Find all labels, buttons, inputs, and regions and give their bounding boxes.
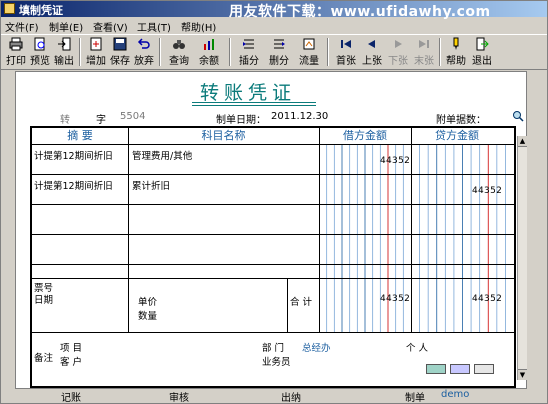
balance-button[interactable]: 余额 [195, 37, 223, 67]
maker-label: 制单 [405, 393, 425, 404]
row1-summary[interactable]: 计提第12期间折旧 [34, 148, 113, 162]
menu-edit[interactable]: 制单(E) [49, 19, 83, 34]
voucher-date[interactable]: 2011.12.30 [271, 111, 328, 122]
prev-icon [368, 40, 375, 48]
personal-label: 个 人 [406, 343, 429, 354]
chart-icon [204, 39, 214, 50]
department-label: 部 门 [262, 343, 285, 354]
quantity-label: 数量 [138, 311, 158, 322]
insert-row-button[interactable]: 插分 [235, 37, 263, 67]
save-icon [113, 37, 127, 51]
grid-icon[interactable] [450, 364, 470, 374]
exit-icon [476, 37, 489, 51]
header-debit: 借方金额 [343, 129, 387, 142]
header-account: 科目名称 [201, 129, 246, 142]
first-icon [341, 40, 351, 48]
menu-tools[interactable]: 工具(T) [137, 19, 171, 34]
prev-button[interactable]: 上张 [359, 37, 385, 67]
row2-account[interactable]: 累计折旧 [132, 178, 170, 192]
customer-label: 客 户 [60, 357, 83, 368]
voucher-window: 填制凭证 用友软件下载：www.ufidawhy.com 文件(F) 制单(E)… [0, 0, 548, 404]
app-icon [4, 3, 15, 14]
undo-icon [137, 38, 150, 49]
menu-help[interactable]: 帮助(H) [181, 19, 216, 34]
query-button[interactable]: 查询 [165, 37, 193, 67]
add-button[interactable]: 增加 [85, 37, 107, 67]
toolbar: 打印 预览 输出 增加 保存 放弃 查询 余额 插分 删分 流量 首张 上张 下… [1, 34, 547, 70]
output-icon [58, 37, 71, 51]
total-credit: 44352 [472, 294, 503, 304]
last-button[interactable]: 末张 [411, 37, 437, 67]
header-credit: 贷方金额 [435, 129, 479, 142]
bill-date-label: 日期 [34, 295, 54, 306]
last-icon [419, 40, 429, 48]
voucher-number[interactable]: 5504 [120, 111, 145, 122]
exit-button[interactable]: 退出 [469, 37, 495, 67]
save-button[interactable]: 保存 [109, 37, 131, 67]
title-bar: 填制凭证 用友软件下载：www.ufidawhy.com [1, 1, 547, 20]
magnifier-icon[interactable] [512, 110, 524, 122]
card-icon[interactable] [426, 364, 446, 374]
vertical-scrollbar[interactable]: ▲ ▼ [517, 136, 527, 380]
add-icon [90, 37, 102, 51]
voucher-type[interactable]: 转 [60, 111, 70, 126]
row1-account[interactable]: 管理费用/其他 [132, 148, 192, 162]
total-label: 合 计 [290, 297, 313, 308]
abandon-button[interactable]: 放弃 [133, 37, 155, 67]
voucher-title: 转账凭证 [200, 82, 297, 104]
cashflow-button[interactable]: 流量 [295, 37, 323, 67]
first-button[interactable]: 首张 [333, 37, 359, 67]
print-button[interactable]: 打印 [5, 37, 27, 67]
salesman-label: 业务员 [262, 357, 291, 368]
scroll-down-icon[interactable]: ▼ [518, 369, 527, 380]
unit-price-label: 单价 [138, 297, 158, 308]
insert-row-icon [243, 39, 254, 49]
delete-row-icon [274, 39, 285, 49]
menu-bar: 文件(F) 制单(E) 查看(V) 工具(T) 帮助(H) [1, 18, 547, 34]
remarks-label: 备注 [34, 353, 54, 364]
window-title: 填制凭证 [19, 4, 63, 17]
help-icon [453, 37, 459, 50]
next-icon [395, 40, 402, 48]
printer-icon [9, 37, 23, 51]
help-button[interactable]: 帮助 [443, 37, 469, 67]
preview-icon [34, 37, 45, 51]
menu-view[interactable]: 查看(V) [93, 19, 128, 34]
bookkeeping-label: 记账 [61, 393, 81, 404]
row1-debit[interactable]: 44352 [380, 156, 410, 166]
pencil-icon[interactable] [474, 364, 494, 374]
project-label: 项 目 [60, 343, 83, 354]
menu-file[interactable]: 文件(F) [5, 19, 39, 34]
audit-label: 审核 [169, 393, 189, 404]
scroll-up-icon[interactable]: ▲ [518, 136, 527, 147]
attachments-label: 附单据数： [436, 115, 486, 126]
total-debit: 44352 [380, 294, 411, 304]
maker-value: demo [441, 389, 470, 400]
row2-summary[interactable]: 计提第12期间折旧 [34, 178, 113, 192]
next-button[interactable]: 下张 [385, 37, 411, 67]
cashflow-icon [303, 38, 315, 50]
amount-digit-lines [326, 144, 506, 332]
binoculars-icon [173, 40, 185, 49]
delete-row-button[interactable]: 删分 [265, 37, 293, 67]
entry-grid: 摘 要 科目名称 借方金额 贷方金额 计提第12期间折旧 管理费用/其他 443… [30, 126, 516, 388]
header-summary: 摘 要 [67, 129, 93, 142]
voucher-number-label: 字 [96, 115, 106, 126]
date-label: 制单日期： [216, 115, 266, 126]
department-value[interactable]: 总经办 [302, 340, 331, 354]
voucher-document: 转账凭证 转 字 5504 制单日期： 2011.12.30 附单据数： 摘 要… [15, 71, 527, 389]
output-button[interactable]: 输出 [53, 37, 75, 67]
preview-button[interactable]: 预览 [29, 37, 51, 67]
row2-credit[interactable]: 44352 [472, 186, 502, 196]
cashier-label: 出纳 [281, 393, 301, 404]
